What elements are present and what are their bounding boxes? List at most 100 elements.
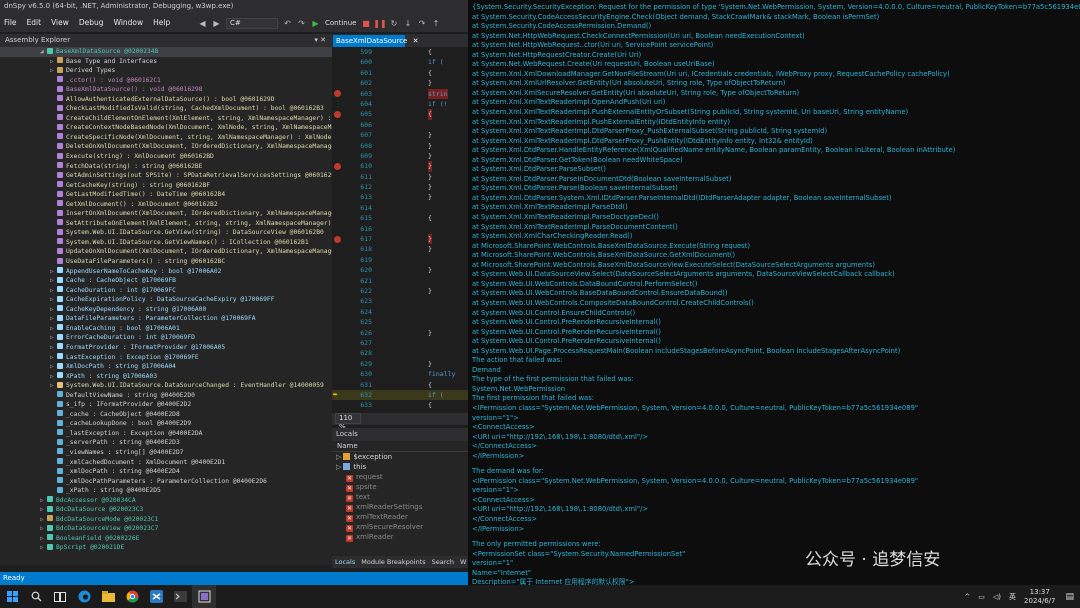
- code-line[interactable]: 620}: [332, 265, 468, 275]
- code-line[interactable]: 631 {: [332, 380, 468, 390]
- tree-node[interactable]: _cache : CacheObject @0400E2D8: [0, 410, 332, 420]
- code-line[interactable]: 600 if (: [332, 57, 468, 67]
- code-line[interactable]: 623: [332, 296, 468, 306]
- code-line[interactable]: 603 strin: [332, 88, 468, 99]
- code-line[interactable]: 626}: [332, 328, 468, 338]
- code-line[interactable]: 612}: [332, 182, 468, 192]
- tree-node[interactable]: ▷ BdcDataSourceMode @020023C1: [0, 515, 332, 525]
- code-line[interactable]: 610}: [332, 161, 468, 172]
- tree-node[interactable]: s_ifp : IFormatProvider @0400E2D2: [0, 400, 332, 410]
- tree-node[interactable]: ▷ EnableCaching : bool @17006A01: [0, 324, 332, 334]
- restart-icon[interactable]: ↻: [389, 19, 398, 28]
- language-combo[interactable]: C#: [226, 17, 278, 29]
- tree-node[interactable]: _xmlCachedDocument : XmlDocument @0400E2…: [0, 458, 332, 468]
- code-line[interactable]: 621: [332, 276, 468, 286]
- tree-node[interactable]: ▷ BdcDataSourceView @020023C7: [0, 524, 332, 534]
- tree-node[interactable]: GetAdminSettings(out SPSite) : SPDataRet…: [0, 171, 332, 181]
- tree-node[interactable]: DeleteOnXmlDocument(XmlDocument, IOrdere…: [0, 142, 332, 152]
- tree-expander-icon[interactable]: ▷: [50, 276, 57, 286]
- expander-icon[interactable]: ▷: [336, 463, 341, 471]
- continue-button[interactable]: Continue: [325, 19, 356, 27]
- tree-expander-icon[interactable]: ▷: [40, 515, 47, 525]
- breakpoint-icon[interactable]: [334, 162, 341, 170]
- tree-node[interactable]: ▷ BooleanField @0200226E: [0, 534, 332, 544]
- code-line[interactable]: ➨ 632 if (: [332, 389, 468, 401]
- tab-locals[interactable]: Locals: [335, 556, 355, 568]
- code-line[interactable]: 611}: [332, 172, 468, 182]
- tree-node[interactable]: _cacheLookupDone : bool @0400E2D9: [0, 419, 332, 429]
- tree-node[interactable]: ▷ System.Web.UI.IDataSource.DataSourceCha…: [0, 381, 332, 391]
- code-line[interactable]: 618}: [332, 244, 468, 254]
- task-view-icon[interactable]: [48, 585, 72, 608]
- tree-expander-icon[interactable]: ▷: [50, 267, 57, 277]
- tree-node[interactable]: InsertOnXmlDocument(XmlDocument, IOrdere…: [0, 209, 332, 219]
- menu-edit[interactable]: Edit: [27, 18, 42, 27]
- tree-node[interactable]: ▷ BdcDataSource @020023C3: [0, 505, 332, 515]
- tree-node[interactable]: _serverPath : string @0400E2D3: [0, 438, 332, 448]
- menu-file[interactable]: File: [4, 18, 17, 27]
- step-over-icon[interactable]: ↷: [417, 19, 426, 28]
- tree-expander-icon[interactable]: ▷: [50, 286, 57, 296]
- code-line[interactable]: 633 {: [332, 400, 468, 410]
- code-line[interactable]: 627: [332, 338, 468, 348]
- undo-icon[interactable]: ↶: [283, 19, 292, 28]
- tree-node[interactable]: _xmlDocPathParameters : ParameterCollect…: [0, 477, 332, 487]
- tree-node[interactable]: _xPath : string @0400E2D5: [0, 486, 332, 496]
- tree-expander-icon[interactable]: ◢: [40, 47, 47, 57]
- tree-expander-icon[interactable]: ▷: [50, 353, 57, 363]
- tree-expander-icon[interactable]: ▷: [50, 343, 57, 353]
- tree-node[interactable]: UseDataFileParameters() : string @060162…: [0, 257, 332, 267]
- tab-search[interactable]: Search: [432, 556, 454, 568]
- tab-basexmldatasource[interactable]: BaseXmlDataSource ✕: [333, 35, 418, 47]
- tree-node[interactable]: ▷ Derived Types: [0, 66, 332, 76]
- tree-expander-icon[interactable]: ▷: [50, 372, 57, 382]
- tree-node[interactable]: System.Web.UI.IDataSource.GetViewNames()…: [0, 238, 332, 248]
- code-line[interactable]: 622}: [332, 286, 468, 296]
- code-line[interactable]: 628: [332, 348, 468, 358]
- tree-expander-icon[interactable]: ▷: [50, 57, 57, 67]
- step-out-icon[interactable]: ↑: [431, 19, 440, 28]
- breakpoint-icon[interactable]: [334, 90, 341, 98]
- code-line[interactable]: 629}: [332, 359, 468, 369]
- tree-node[interactable]: _lastException : Exception @0400E2DA: [0, 429, 332, 439]
- locals-row[interactable]: ✕ xmlReader: [332, 532, 468, 542]
- menu-help[interactable]: Help: [153, 18, 170, 27]
- tree-node[interactable]: AllowAuthenticatedExternalDataSource() :…: [0, 95, 332, 105]
- tree-expander-icon[interactable]: ▷: [50, 314, 57, 324]
- code-line[interactable]: 624: [332, 307, 468, 317]
- terminal-icon[interactable]: [168, 585, 192, 608]
- tree-node[interactable]: ▷ Cache : CacheObject @170069FB: [0, 276, 332, 286]
- code-line[interactable]: 619: [332, 255, 468, 265]
- chrome-icon[interactable]: [120, 585, 144, 608]
- breakpoint-icon[interactable]: [334, 235, 341, 243]
- tree-expander-icon[interactable]: ▷: [50, 324, 57, 334]
- tree-expander-icon[interactable]: ▷: [50, 381, 57, 391]
- tray-arrow-icon[interactable]: ^: [964, 593, 970, 601]
- code-line[interactable]: 614: [332, 203, 468, 213]
- tree-node[interactable]: GetCacheKey(string) : string @060162BF: [0, 181, 332, 191]
- tree-node[interactable]: System.Web.UI.IDataSource.GetView(string…: [0, 228, 332, 238]
- close-icon[interactable]: ✕: [413, 37, 419, 45]
- tree-expander-icon[interactable]: ▷: [50, 305, 57, 315]
- code-line[interactable]: 616: [332, 224, 468, 234]
- tree-node[interactable]: ▷ FormatProvider : IFormatProvider @17006…: [0, 343, 332, 353]
- code-line[interactable]: 613}: [332, 192, 468, 202]
- tree-node[interactable]: _viewNames : string[] @0400E2D7: [0, 448, 332, 458]
- tree-node[interactable]: ▷ DataFileParameters : ParameterCollectio…: [0, 314, 332, 324]
- tree-node[interactable]: CreateChildElementOnElement(XmlElement, …: [0, 114, 332, 124]
- menu-window[interactable]: Window: [114, 18, 144, 27]
- tree-node[interactable]: ▷ AppendUserNameToCacheKey : bool @17006A…: [0, 267, 332, 277]
- tree-expander-icon[interactable]: ▷: [50, 66, 57, 76]
- tree-node[interactable]: ▷ XPath : string @17006A03: [0, 372, 332, 382]
- tree-expander-icon[interactable]: ▷: [40, 505, 47, 515]
- tree-node[interactable]: GetLastModifiedTime() : DateTime @060162…: [0, 190, 332, 200]
- tree-node[interactable]: ◢ BaseXmlDataSource @0200234B: [0, 47, 332, 57]
- tree-node[interactable]: CheckLastModifiedIsValid(string, CachedX…: [0, 104, 332, 114]
- tree-node[interactable]: .cctor() : void @060162C1: [0, 76, 332, 86]
- code-line[interactable]: 625: [332, 317, 468, 327]
- tree-node[interactable]: BaseXmlDataSource() : void @06016298: [0, 85, 332, 95]
- code-line[interactable]: 630 finally: [332, 369, 468, 379]
- notification-icon[interactable]: ▤: [1065, 592, 1074, 602]
- code-line[interactable]: 615 {: [332, 213, 468, 223]
- break-all-icon[interactable]: ❚❚: [373, 19, 386, 28]
